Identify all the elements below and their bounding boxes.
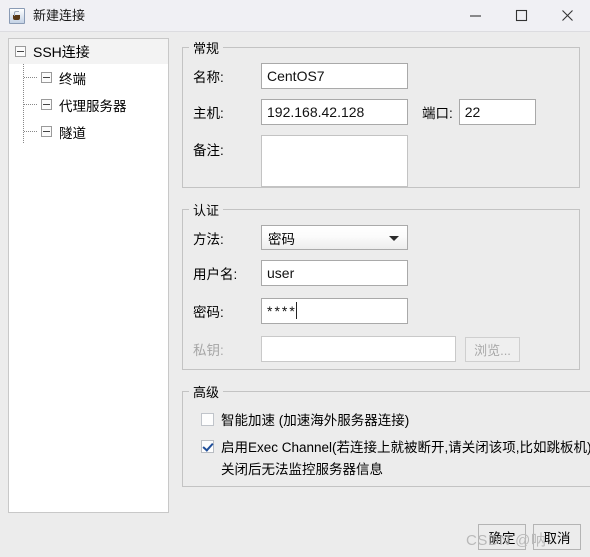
java-cup-icon	[9, 7, 25, 24]
exec-channel-note: 关闭后无法监控服务器信息	[221, 462, 383, 477]
username-row: 用户名:	[193, 260, 569, 286]
smart-accel-label: 智能加速 (加速海外服务器连接)	[221, 413, 410, 428]
minus-box-icon[interactable]	[15, 46, 26, 57]
method-label: 方法:	[193, 231, 224, 247]
minus-box-icon[interactable]	[41, 99, 52, 110]
ok-button[interactable]: 确定	[478, 524, 526, 550]
password-input[interactable]	[261, 298, 408, 324]
note-row: 备注:	[193, 135, 569, 187]
settings-panel: 常规 名称: 主机: 端口: 备注: 认证 方法: 密	[182, 38, 590, 499]
title-bar: 新建连接	[0, 0, 590, 32]
host-label: 主机:	[193, 106, 224, 121]
name-input[interactable]	[261, 63, 408, 89]
auth-group: 认证 方法: 密码 用户名: 密码: 私钥:	[182, 200, 580, 370]
close-button[interactable]	[544, 0, 590, 31]
advanced-group: 高级 智能加速 (加速海外服务器连接) 启用Exec Channel(若连接上就…	[182, 382, 590, 487]
minimize-button[interactable]	[452, 0, 498, 31]
name-row: 名称:	[193, 63, 569, 89]
minimize-icon	[469, 15, 481, 17]
window-controls	[452, 0, 590, 31]
dialog-button-bar: 确定 取消	[0, 524, 590, 557]
note-label: 备注:	[193, 143, 224, 158]
tree-item-label: 终端	[59, 71, 86, 87]
port-input[interactable]	[458, 99, 536, 125]
browse-button[interactable]: 浏览...	[465, 336, 520, 362]
auth-group-legend: 认证	[193, 203, 220, 218]
name-label: 名称:	[193, 70, 224, 85]
tree-item-label: SSH连接	[33, 43, 90, 60]
chevron-down-icon	[389, 235, 399, 241]
method-row: 方法: 密码	[193, 225, 569, 250]
navigation-tree[interactable]: SSH连接 终端 代理服务器 隧道	[8, 38, 169, 513]
exec-channel-row[interactable]: 启用Exec Channel(若连接上就被断开,请关闭该项,比如跳板机)	[193, 436, 590, 456]
tree-item-tunnel[interactable]: 隧道	[9, 118, 168, 145]
minus-box-icon[interactable]	[41, 72, 52, 83]
privatekey-row: 私钥: 浏览...	[193, 336, 569, 362]
method-select[interactable]: 密码	[261, 225, 408, 250]
window-title: 新建连接	[33, 8, 86, 23]
smart-accel-checkbox[interactable]	[201, 412, 214, 426]
host-input[interactable]	[261, 99, 408, 125]
tree-item-label: 代理服务器	[59, 98, 127, 114]
password-row: 密码:	[193, 298, 569, 324]
username-input[interactable]	[261, 260, 408, 286]
method-selected-value: 密码	[268, 231, 295, 247]
minus-box-icon[interactable]	[41, 126, 52, 137]
tree-item-proxy-server[interactable]: 代理服务器	[9, 91, 168, 118]
cancel-button[interactable]: 取消	[533, 524, 581, 550]
privatekey-input[interactable]	[261, 336, 456, 362]
tree-item-label: 隧道	[59, 125, 86, 141]
maximize-button[interactable]	[498, 0, 544, 31]
exec-channel-label: 启用Exec Channel(若连接上就被断开,请关闭该项,比如跳板机)	[221, 440, 590, 455]
tree-item-terminal[interactable]: 终端	[9, 64, 168, 91]
advanced-group-legend: 高级	[193, 385, 220, 400]
port-label: 端口:	[422, 106, 453, 121]
exec-channel-checkbox[interactable]	[201, 439, 214, 453]
close-icon	[561, 10, 573, 21]
username-label: 用户名:	[193, 267, 238, 282]
smart-accel-row[interactable]: 智能加速 (加速海外服务器连接)	[193, 409, 590, 429]
note-textarea[interactable]	[261, 135, 408, 187]
tree-item-ssh-connection[interactable]: SSH连接	[9, 39, 168, 64]
general-group: 常规 名称: 主机: 端口: 备注:	[182, 38, 580, 188]
maximize-icon	[515, 9, 527, 22]
general-group-legend: 常规	[193, 41, 220, 56]
host-row: 主机: 端口:	[193, 99, 569, 125]
text-caret	[296, 302, 297, 319]
password-label: 密码:	[193, 305, 224, 320]
privatekey-label: 私钥:	[193, 343, 224, 358]
